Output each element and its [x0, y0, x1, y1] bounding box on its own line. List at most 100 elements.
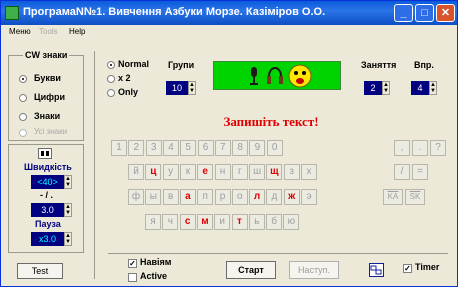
key-1[interactable]: 1 — [111, 140, 127, 156]
timer-checkbox[interactable]: ✓ — [403, 264, 412, 273]
key-п[interactable]: п — [197, 189, 214, 205]
banner-panel — [213, 61, 341, 90]
face-icon — [288, 64, 312, 88]
radio-all-signs-label: Усі знаки — [34, 127, 68, 136]
key-5[interactable]: 5 — [180, 140, 197, 156]
speed-group: Швидкість <40> ▲ ▼ - / . 3.0 ▲ ▼ Пауза x3.… — [8, 144, 84, 253]
key-н[interactable]: н — [214, 164, 231, 180]
radio-normal[interactable] — [107, 61, 115, 69]
key-д[interactable]: д — [266, 189, 283, 205]
key-т[interactable]: т — [231, 214, 248, 230]
key-й[interactable]: й — [128, 164, 144, 180]
pause-spin[interactable]: ▲ ▼ — [64, 232, 72, 246]
app-icon — [5, 6, 19, 20]
key-х[interactable]: х — [301, 164, 317, 180]
keyboard-icon[interactable] — [369, 263, 384, 277]
key-о[interactable]: о — [231, 189, 248, 205]
cw-signs-group: CW знаки Букви Цифри Знаки Усі знаки — [8, 50, 84, 141]
vertical-separator — [94, 51, 95, 279]
key-extra-2-1[interactable]: SK — [405, 189, 425, 205]
key-и[interactable]: и — [214, 214, 231, 230]
menu-help[interactable]: Help — [69, 27, 85, 36]
lessons-value[interactable]: 2 — [364, 81, 382, 95]
key-а[interactable]: а — [179, 189, 196, 205]
radio-x2-label: x 2 — [118, 73, 131, 83]
ratio-spin[interactable]: ▲ ▼ — [64, 203, 72, 217]
radio-only-label: Only — [118, 87, 139, 97]
key-ю[interactable]: ю — [283, 214, 300, 230]
groups-label: Групи — [168, 60, 195, 70]
menu-main[interactable]: Меню — [9, 27, 31, 36]
exercise-label: Впр. — [414, 60, 434, 70]
instruction-heading: Запишіть текст! — [223, 114, 319, 129]
radio-letters[interactable] — [19, 75, 27, 83]
key-л[interactable]: л — [249, 189, 266, 205]
radio-signs-label: Знаки — [34, 111, 61, 121]
radio-x2[interactable] — [107, 75, 115, 83]
key-с[interactable]: с — [179, 214, 196, 230]
key-з[interactable]: з — [283, 164, 300, 180]
radio-only[interactable] — [107, 89, 115, 97]
key-7[interactable]: 7 — [214, 140, 231, 156]
exercise-value[interactable]: 4 — [411, 81, 429, 95]
key-м[interactable]: м — [196, 214, 213, 230]
pause-value[interactable]: x3.0 — [31, 232, 64, 246]
key-8[interactable]: 8 — [232, 140, 249, 156]
key-4[interactable]: 4 — [162, 140, 179, 156]
key-3[interactable]: 3 — [145, 140, 162, 156]
key-ф[interactable]: ф — [128, 189, 144, 205]
key-2[interactable]: 2 — [128, 140, 145, 156]
key-extra-1-1[interactable]: = — [412, 164, 428, 180]
radio-all-signs[interactable] — [19, 129, 27, 137]
minimize-button[interactable]: _ — [394, 4, 413, 22]
key-extra-0-1[interactable]: . — [412, 140, 428, 156]
key-extra-1-0[interactable]: / — [394, 164, 410, 180]
microphone-icon — [250, 67, 258, 85]
test-button[interactable]: Test — [17, 263, 63, 279]
key-ц[interactable]: ц — [145, 164, 162, 180]
ratio-label: - / . — [40, 190, 53, 200]
key-у[interactable]: у — [162, 164, 179, 180]
key-р[interactable]: р — [214, 189, 231, 205]
key-ш[interactable]: ш — [249, 164, 266, 180]
key-ж[interactable]: ж — [283, 189, 300, 205]
key-ь[interactable]: ь — [248, 214, 265, 230]
speed-value[interactable]: <40> — [31, 175, 64, 189]
key-9[interactable]: 9 — [249, 140, 266, 156]
key-6[interactable]: 6 — [197, 140, 214, 156]
key-ы[interactable]: ы — [145, 189, 162, 205]
key-б[interactable]: б — [266, 214, 283, 230]
window-title: ПрограмаN№1. Вивчення Азбуки Морзе. Казі… — [23, 6, 326, 18]
key-extra-0-2[interactable]: ? — [430, 140, 446, 156]
key-г[interactable]: г — [231, 164, 248, 180]
start-button[interactable]: Старт — [226, 261, 276, 279]
app-window: ПрограмаN№1. Вивчення Азбуки Морзе. Казі… — [0, 0, 458, 287]
active-checkbox[interactable] — [128, 273, 137, 282]
maximize-button[interactable]: □ — [415, 4, 434, 22]
key-0[interactable]: 0 — [266, 140, 283, 156]
close-button[interactable]: ✕ — [436, 4, 455, 22]
lessons-spin[interactable]: ▲ ▼ — [382, 81, 390, 95]
groups-spin[interactable]: ▲ ▼ — [188, 81, 196, 95]
radio-signs[interactable] — [19, 113, 27, 121]
grid-icon[interactable] — [38, 148, 52, 159]
ratio-value[interactable]: 3.0 — [31, 203, 64, 217]
speed-spin[interactable]: ▲ ▼ — [64, 175, 72, 189]
key-extra-2-0[interactable]: KA — [383, 189, 403, 205]
pause-label: Пауза — [35, 219, 61, 229]
key-э[interactable]: э — [301, 189, 317, 205]
hints-checkbox[interactable]: ✓ — [128, 259, 137, 268]
key-я[interactable]: я — [145, 214, 161, 230]
next-button[interactable]: Наступ. — [289, 261, 339, 279]
key-щ[interactable]: щ — [266, 164, 283, 180]
exercise-spin[interactable]: ▲ ▼ — [429, 81, 437, 95]
radio-digits[interactable] — [19, 94, 27, 102]
timer-label: Timer — [415, 262, 440, 272]
key-в[interactable]: в — [162, 189, 179, 205]
key-ч[interactable]: ч — [162, 214, 179, 230]
key-е[interactable]: е — [197, 164, 214, 180]
groups-value[interactable]: 10 — [166, 81, 188, 95]
key-к[interactable]: к — [179, 164, 196, 180]
menu-tools[interactable]: Tools — [39, 27, 58, 36]
key-extra-0-0[interactable]: , — [394, 140, 410, 156]
